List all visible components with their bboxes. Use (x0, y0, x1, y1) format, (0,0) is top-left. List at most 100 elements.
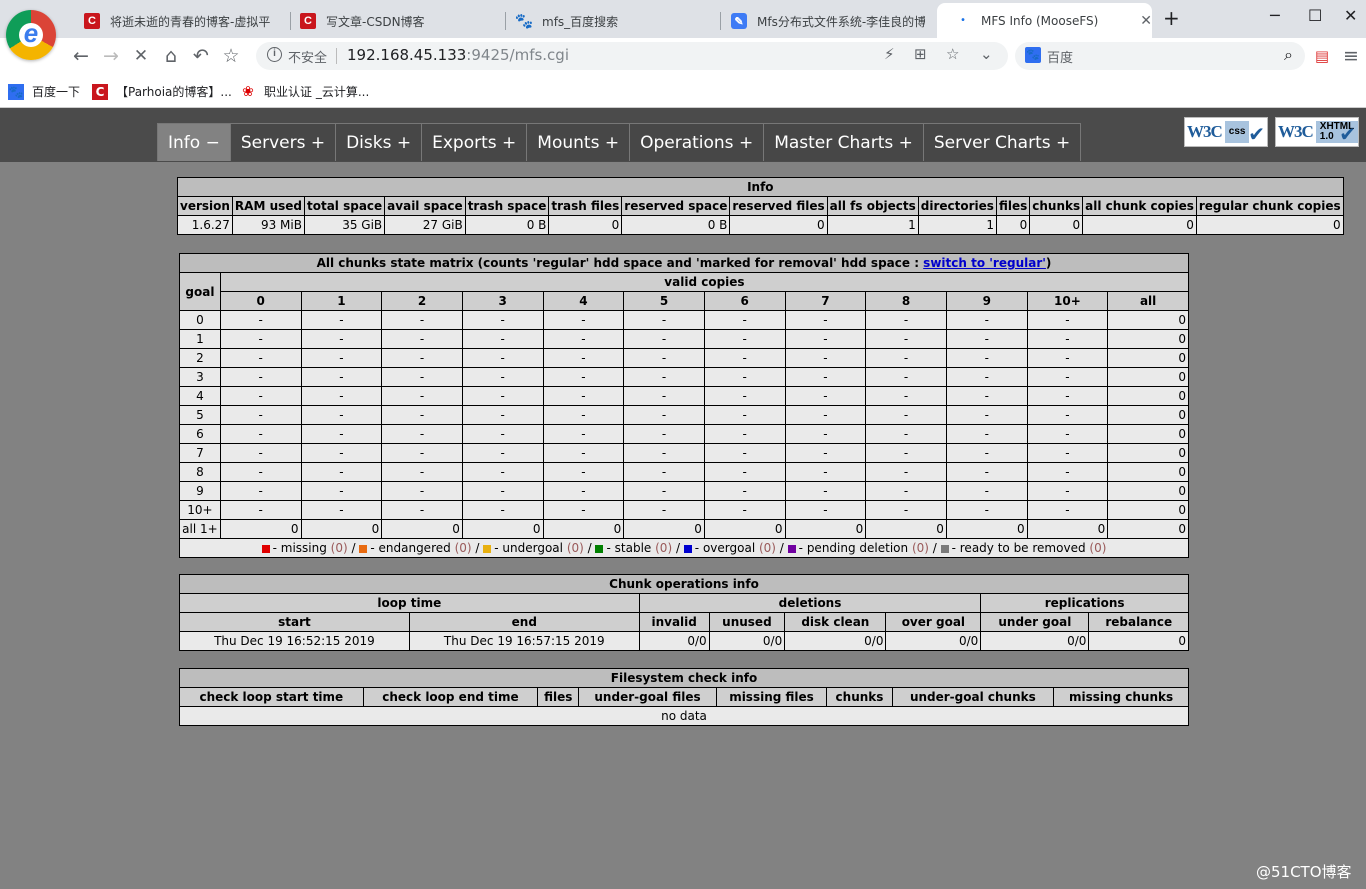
legend-label: endangered (378, 541, 451, 555)
matrix-cell: - (542, 329, 625, 349)
matrix-cell: - (703, 443, 786, 463)
tab-1[interactable]: C 将逝未逝的青春的博客-虚拟平台 (84, 6, 284, 36)
matrix-cell: - (461, 481, 544, 501)
legend-swatch (940, 544, 949, 553)
legend-swatch (359, 544, 368, 553)
tab-active-mfs-info[interactable]: • MFS Info (MooseFS) ✕ (937, 3, 1152, 38)
matrix-cell: 0 (1107, 329, 1189, 349)
search-icon[interactable]: ⌕ (1284, 45, 1293, 65)
matrix-cell: - (703, 462, 786, 482)
info-header: trash space (464, 196, 550, 216)
w3c-css-badge[interactable]: W3C css ✔ (1184, 117, 1268, 147)
translate-icon[interactable]: ⊞ (914, 45, 927, 63)
matrix-cell: - (381, 500, 463, 520)
matrix-cell: - (381, 348, 463, 368)
matrix-cell: - (381, 481, 463, 501)
matrix-cell: - (945, 310, 1028, 330)
matrix-cell: - (542, 405, 625, 425)
matrix-cell: - (300, 462, 383, 482)
bookmark-star-icon[interactable]: ☆ (946, 45, 959, 63)
matrix-cell: - (703, 424, 786, 444)
tab-2[interactable]: C 写文章-CSDN博客 (300, 6, 500, 36)
info-value: 0 (729, 215, 828, 235)
matrix-cell: - (865, 329, 947, 349)
info-value: 0 (1029, 215, 1084, 235)
matrix-column-header: 9 (945, 291, 1028, 311)
window-close-icon[interactable]: ✕ (1344, 6, 1357, 25)
matrix-cell: - (542, 386, 625, 406)
chunkops-header: over goal (885, 612, 982, 632)
tab-separator (505, 12, 506, 30)
pdf-icon[interactable]: ▤ (1311, 45, 1333, 67)
chunkops-value: 0 (1088, 631, 1189, 651)
menu-operations[interactable]: Operations + (629, 123, 765, 161)
info-icon[interactable]: i (267, 47, 282, 62)
maximize-icon[interactable]: ☐ (1308, 6, 1322, 25)
chunk-matrix-table: All chunks state matrix (counts 'regular… (179, 253, 1190, 558)
bookmark-item[interactable]: C 【Parhoia的博客】... (92, 83, 232, 100)
new-tab-icon[interactable]: + (1163, 6, 1180, 30)
fscheck-header: check loop end time (362, 687, 539, 707)
forward-icon[interactable]: → (100, 45, 122, 67)
matrix-cell: - (381, 386, 463, 406)
matrix-cell: - (945, 386, 1028, 406)
menu-server-charts[interactable]: Server Charts + (922, 123, 1082, 161)
minimize-icon[interactable]: ─ (1270, 6, 1280, 25)
matrix-cell: - (542, 348, 625, 368)
switch-regular-link[interactable]: switch to 'regular' (923, 256, 1046, 270)
matrix-cell: - (623, 386, 705, 406)
matrix-cell: - (461, 348, 544, 368)
matrix-cell: 0 (703, 519, 786, 539)
favorite-star-icon[interactable]: ☆ (220, 45, 242, 67)
menu-servers[interactable]: Servers + (229, 123, 337, 161)
tab-separator (720, 12, 721, 30)
stop-loading-icon[interactable]: ✕ (130, 45, 152, 67)
matrix-legend: - missing (0) / - endangered (0) / - und… (179, 538, 1189, 558)
search-box[interactable]: 🐾 百度 ⌕ (1015, 42, 1305, 70)
matrix-cell: 0 (1107, 310, 1189, 330)
valid-copies-header: valid copies (219, 272, 1190, 292)
menu-mounts[interactable]: Mounts + (526, 123, 631, 161)
matrix-row: 8-----------0 (179, 462, 1189, 482)
matrix-cell: - (1026, 462, 1109, 482)
menu-info[interactable]: Info − (157, 123, 231, 161)
matrix-cell: 0 (461, 519, 544, 539)
matrix-cell: - (461, 500, 544, 520)
menu-icon[interactable]: ≡ (1340, 45, 1362, 67)
matrix-cell: - (300, 310, 383, 330)
tab-4[interactable]: ✎ Mfs分布式文件系统-李佳良的博 (731, 6, 931, 36)
matrix-column-header: 6 (703, 291, 786, 311)
matrix-cell: 0 (1107, 424, 1189, 444)
tab-3[interactable]: 🐾 mfs_百度搜索 (516, 6, 716, 36)
address-bar[interactable]: i 不安全 192.168.45.133:9425/mfs.cgi ⚡ ⊞ ☆ … (256, 42, 1008, 70)
baidu-paw-icon: 🐾 (1025, 47, 1041, 63)
matrix-cell: - (300, 367, 383, 387)
undo-icon[interactable]: ↶ (190, 45, 212, 67)
bookmark-item[interactable]: ❀ 职业认证 _云计算... (240, 83, 369, 100)
matrix-cell: - (300, 424, 383, 444)
matrix-cell: - (865, 424, 947, 444)
matrix-cell: 0 (1107, 519, 1189, 539)
matrix-cell: - (784, 500, 867, 520)
w3c-xhtml-badge[interactable]: W3C XHTML 1.0 ✔ (1275, 117, 1359, 147)
chunkops-value: 0/0 (980, 631, 1090, 651)
matrix-cell: 0 (865, 519, 947, 539)
matrix-cell: - (461, 443, 544, 463)
legend-swatch (787, 544, 796, 553)
home-icon[interactable]: ⌂ (160, 45, 182, 67)
chevron-down-icon[interactable]: ⌄ (980, 45, 993, 63)
menu-master-charts[interactable]: Master Charts + (763, 123, 924, 161)
chunkops-value: 0/0 (784, 631, 887, 651)
matrix-cell: - (623, 462, 705, 482)
bookmark-item[interactable]: 🐾 百度一下 (8, 83, 80, 100)
chunkops-value: 0/0 (638, 631, 710, 651)
menu-exports[interactable]: Exports + (421, 123, 528, 161)
matrix-row: 9-----------0 (179, 481, 1189, 501)
close-tab-icon[interactable]: ✕ (1140, 13, 1152, 29)
url-text[interactable]: 192.168.45.133:9425/mfs.cgi (347, 46, 569, 64)
legend-label: undergoal (502, 541, 563, 555)
back-icon[interactable]: ← (70, 45, 92, 67)
matrix-cell: - (219, 405, 302, 425)
menu-disks[interactable]: Disks + (335, 123, 423, 161)
lightning-icon[interactable]: ⚡ (884, 45, 895, 63)
